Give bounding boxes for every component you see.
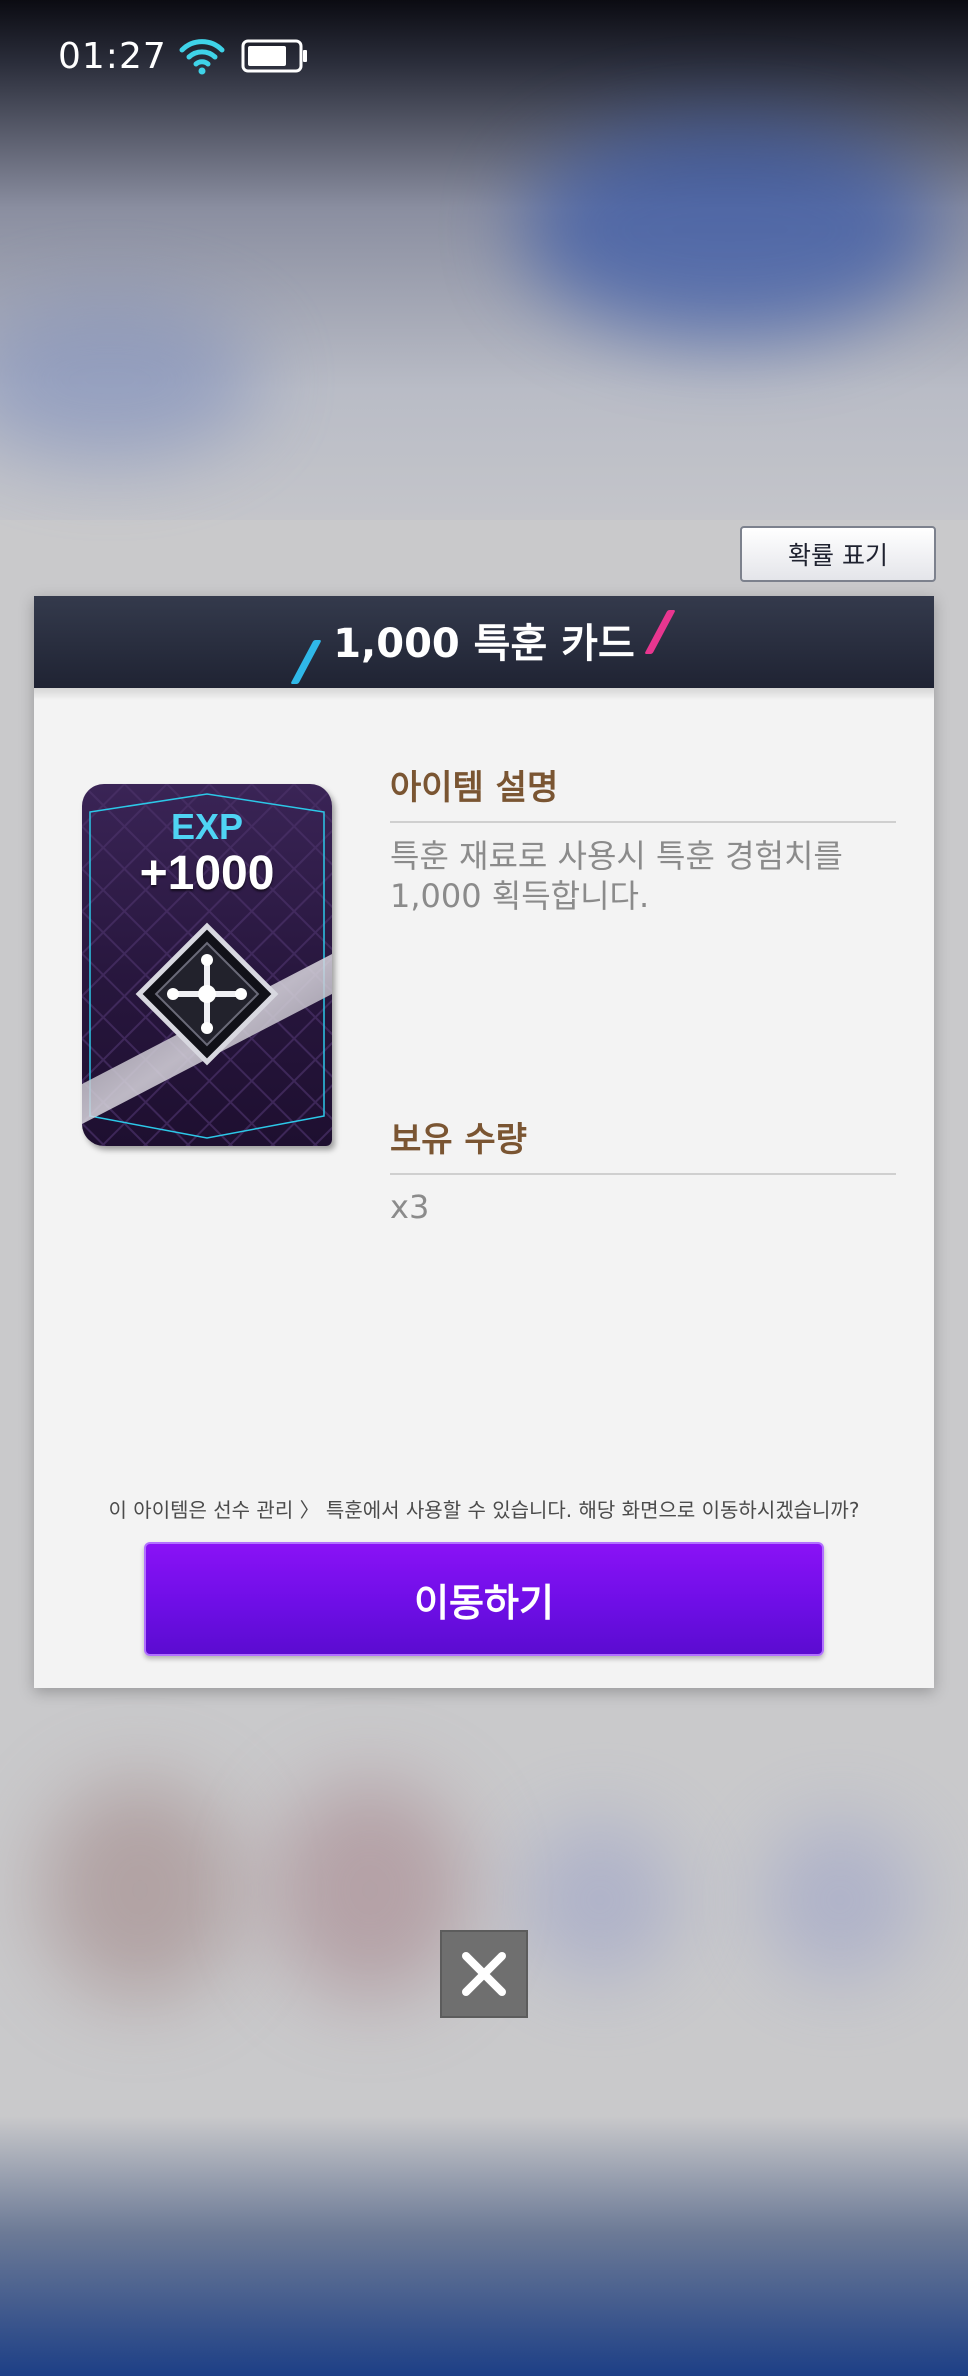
navigation-notice: 이 아이템은 선수 관리 〉 특훈에서 사용할 수 있습니다. 해당 화면으로 … <box>108 1498 860 1522</box>
pink-slash-decoration <box>644 610 676 654</box>
status-time: 01:27 <box>58 35 167 77</box>
close-icon <box>462 1952 506 1996</box>
go-button[interactable]: 이동하기 <box>144 1542 824 1656</box>
exp-label: EXP <box>170 806 244 847</box>
item-card-image: EXP +1000 <box>82 784 332 1146</box>
item-dialog: 1,000 특훈 카드 EXP +1000 아이템 설명 특훈 재료로 사용시 … <box>34 596 934 1688</box>
wifi-icon <box>179 39 225 75</box>
probability-button[interactable]: 확률 표기 <box>740 526 936 582</box>
exp-value: +1000 <box>139 847 275 900</box>
quantity-value: x3 <box>390 1188 430 1226</box>
description-heading: 아이템 설명 <box>390 760 896 823</box>
quantity-heading: 보유 수량 <box>390 1112 896 1175</box>
description-text: 특훈 재료로 사용시 특훈 경험치를 1,000 획득합니다. <box>390 837 843 915</box>
dialog-title: 1,000 특훈 카드 <box>333 621 635 667</box>
status-bar: 01:27 <box>0 0 968 112</box>
close-button[interactable] <box>440 1930 528 2018</box>
cyan-slash-decoration <box>290 640 322 684</box>
battery-icon <box>241 39 307 73</box>
dialog-header: 1,000 특훈 카드 <box>34 596 934 700</box>
